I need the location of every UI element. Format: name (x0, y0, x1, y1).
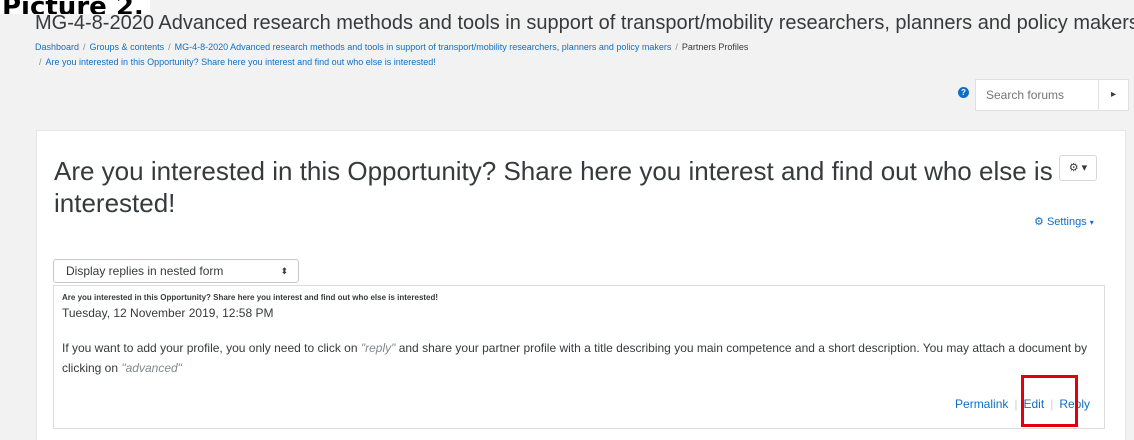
breadcrumb-separator: / (39, 57, 42, 67)
post-date: Tuesday, 12 November 2019, 12:58 PM (62, 306, 274, 320)
discussion-title: Are you interested in this Opportunity? … (54, 156, 1053, 218)
caret-down-icon: ▾ (1089, 218, 1094, 227)
gear-menu-button[interactable]: ⚙ ▾ (1059, 155, 1097, 181)
display-mode-select[interactable]: Display replies in nested form ⬍ (53, 259, 299, 283)
post-body-text: If you want to add your profile, you onl… (62, 341, 361, 355)
gear-icon: ⚙ ▾ (1068, 162, 1088, 174)
search-submit-button[interactable]: ▸ (1099, 79, 1129, 111)
breadcrumb-forum[interactable]: Partners Profiles (682, 42, 749, 52)
breadcrumb-separator: / (168, 42, 171, 52)
search-submit-icon: ▸ (1110, 89, 1117, 100)
settings-menu[interactable]: ⚙ Settings ▾ (1034, 215, 1094, 228)
post-body-reply-word: "reply" (360, 341, 396, 355)
search-input[interactable] (975, 79, 1099, 111)
breadcrumb-dashboard[interactable]: Dashboard (35, 42, 79, 52)
forum-post: Are you interested in this Opportunity? … (53, 285, 1105, 429)
post-body: If you want to add your profile, you onl… (62, 338, 1102, 378)
post-body-advanced-word: "advanced" (121, 361, 182, 375)
select-arrows-icon: ⬍ (280, 266, 288, 276)
question-circle-icon[interactable]: ? (958, 87, 969, 98)
reply-highlight-box (1021, 375, 1078, 427)
settings-label: Settings (1046, 216, 1087, 228)
breadcrumb-separator: / (675, 42, 678, 52)
page-title: MG-4-8-2020 Advanced research methods an… (35, 12, 1134, 34)
display-mode-value: Display replies in nested form (66, 264, 224, 278)
breadcrumb: Dashboard / Groups & contents / MG-4-8-2020 … (35, 40, 1115, 70)
breadcrumb-course[interactable]: MG-4-8-2020 Advanced research methods an… (175, 42, 672, 52)
breadcrumb-discussion[interactable]: Are you interested in this Opportunity? … (46, 57, 436, 67)
breadcrumb-groups[interactable]: Groups & contents (90, 42, 165, 52)
post-subject: Are you interested in this Opportunity? … (62, 293, 439, 302)
discussion-card: Are you interested in this Opportunity? … (36, 130, 1126, 440)
permalink-link[interactable]: Permalink (955, 397, 1008, 411)
breadcrumb-separator: / (83, 42, 86, 52)
gear-icon: ⚙ (1034, 216, 1044, 228)
